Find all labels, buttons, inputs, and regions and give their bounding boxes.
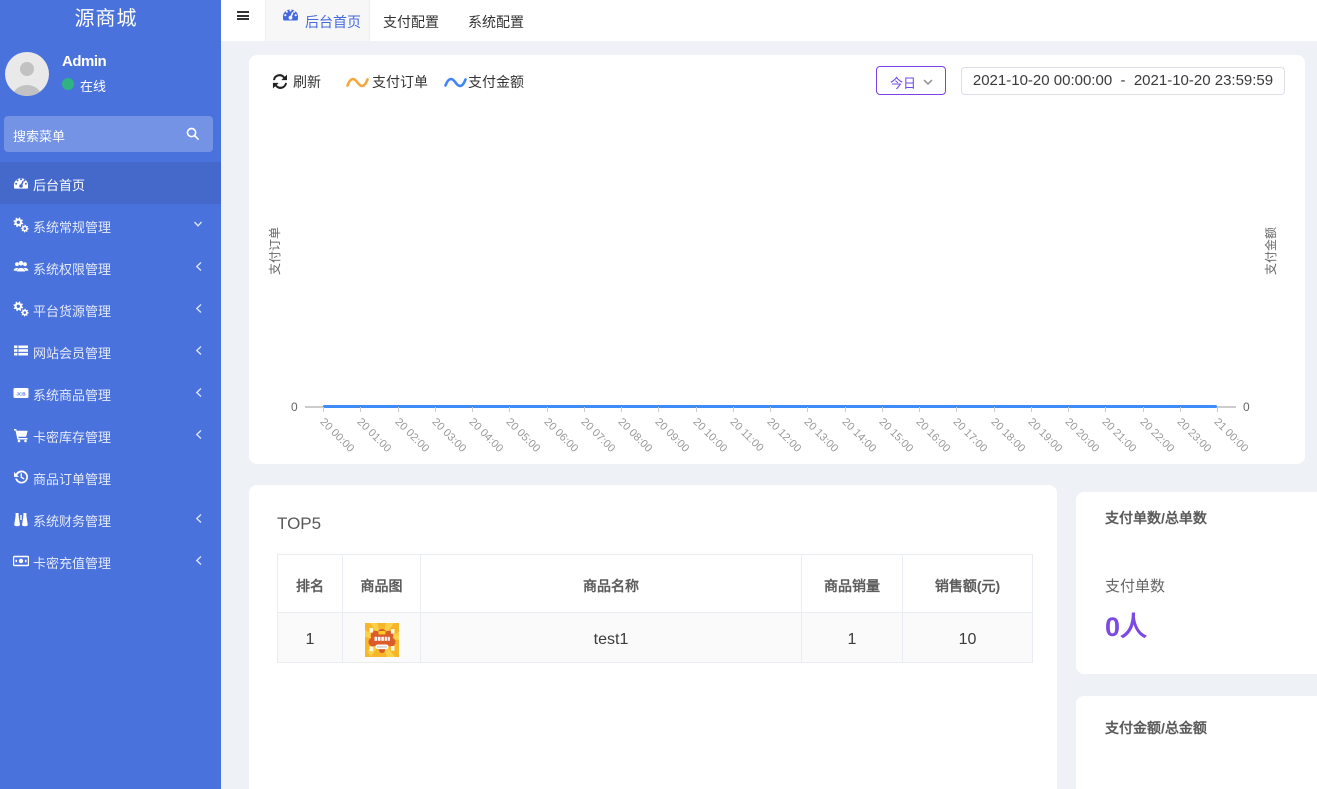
svg-text:JCB: JCB xyxy=(16,391,26,396)
